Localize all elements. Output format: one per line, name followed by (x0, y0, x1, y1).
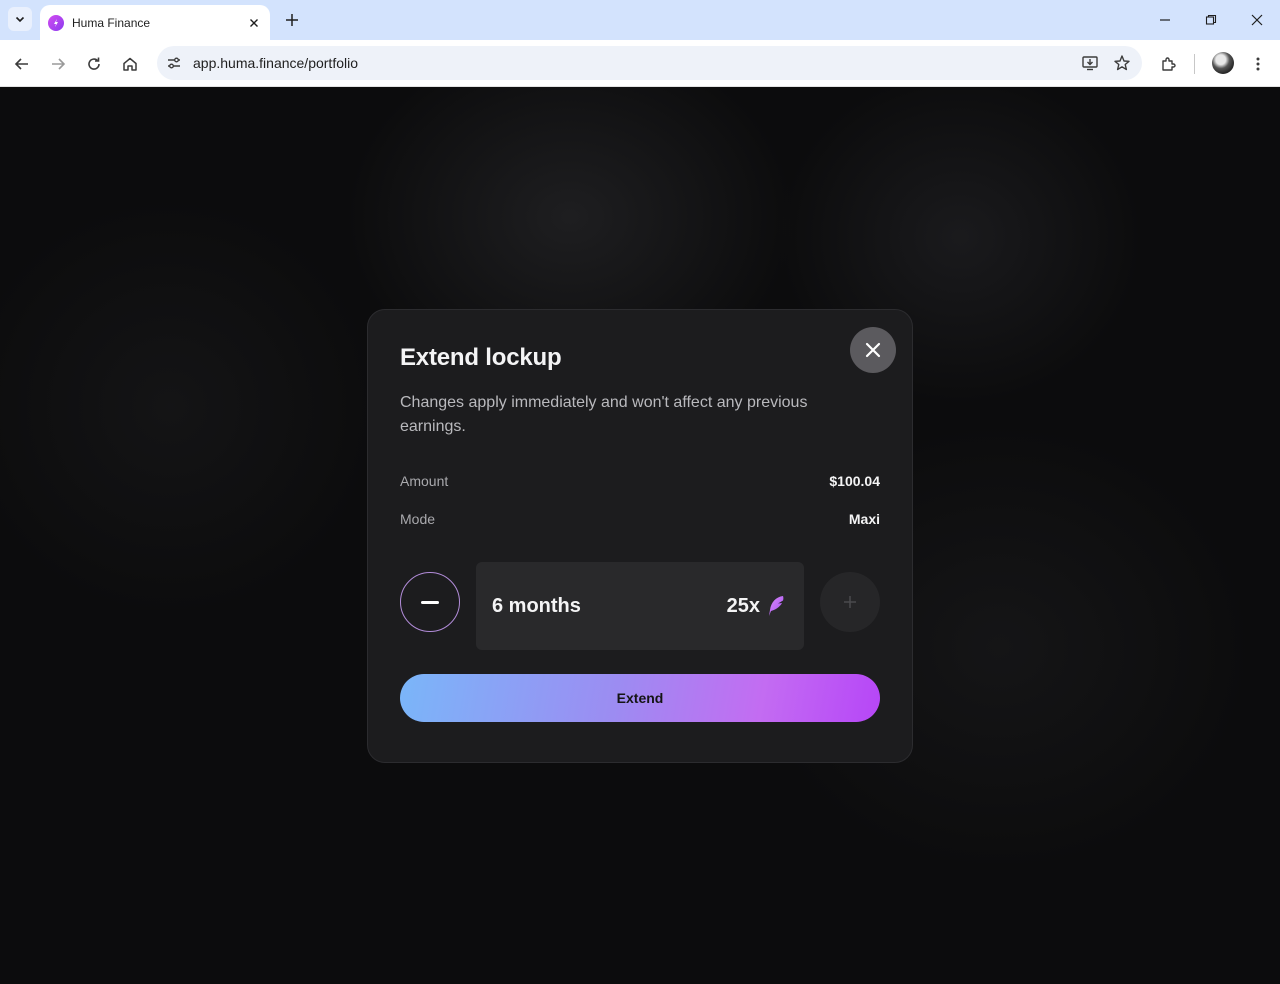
browser-menu-button[interactable] (1246, 52, 1270, 76)
profile-avatar[interactable] (1212, 52, 1234, 74)
address-bar[interactable]: app.huma.finance/portfolio (157, 46, 1142, 80)
arrow-right-icon (52, 58, 66, 70)
extensions-button[interactable] (1157, 52, 1181, 76)
huma-favicon-icon (48, 14, 64, 31)
bookmark-star-icon[interactable] (1110, 51, 1134, 75)
plus-icon (286, 14, 298, 26)
modal-title: Extend lockup (400, 344, 562, 371)
tab-search-button[interactable] (8, 7, 32, 31)
modal-description: Changes apply immediately and won't affe… (400, 394, 808, 435)
mode-label: Mode (400, 511, 436, 527)
multiplier-value: 25x (726, 594, 760, 617)
increase-duration-button[interactable] (820, 572, 880, 632)
tab-close-icon[interactable] (246, 15, 262, 31)
tab-title: Huma Finance (72, 15, 151, 30)
extend-button[interactable]: Extend (400, 674, 880, 722)
multiplier-badge: 25x (727, 595, 786, 618)
toolbar-divider (1194, 54, 1195, 74)
mode-row: Mode Maxi (400, 511, 880, 527)
restore-button[interactable] (1199, 8, 1223, 32)
forward-button[interactable] (46, 52, 70, 76)
restore-icon (1205, 14, 1217, 25)
close-icon (865, 342, 881, 358)
new-tab-button[interactable] (281, 9, 303, 31)
home-icon (123, 57, 137, 71)
home-button[interactable] (118, 52, 142, 76)
back-button[interactable] (10, 52, 34, 76)
duration-value: 6 months (492, 594, 581, 617)
amount-value: $100.04 (829, 473, 880, 489)
reload-button[interactable] (82, 52, 106, 76)
close-window-button[interactable] (1245, 8, 1269, 32)
browser-tabstrip: Huma Finance (0, 0, 1280, 40)
browser-toolbar: app.huma.finance/portfolio (0, 40, 1280, 87)
puzzle-icon (1162, 57, 1176, 71)
chevron-down-icon (15, 16, 25, 23)
duration-display: 6 months 25x (476, 562, 804, 650)
more-vertical-icon (1256, 57, 1260, 71)
install-app-icon[interactable] (1078, 51, 1102, 75)
minimize-button[interactable] (1153, 8, 1177, 32)
minimize-icon (1160, 19, 1170, 21)
modal-close-button[interactable] (850, 327, 896, 373)
page-backdrop: Extend lockup Changes apply immediately … (0, 87, 1280, 984)
close-icon (1251, 14, 1263, 26)
browser-tab[interactable]: Huma Finance (40, 5, 270, 40)
amount-label: Amount (400, 473, 449, 489)
arrow-left-icon (14, 58, 28, 70)
feather-icon (769, 596, 784, 616)
minus-icon (421, 600, 439, 604)
plus-icon (844, 596, 856, 608)
extend-lockup-modal: Extend lockup Changes apply immediately … (367, 309, 913, 763)
url-text[interactable]: app.huma.finance/portfolio (193, 55, 1078, 71)
reload-icon (88, 57, 100, 70)
decrease-duration-button[interactable] (400, 572, 460, 632)
mode-value: Maxi (848, 511, 880, 527)
site-info-icon[interactable] (162, 51, 186, 75)
amount-row: Amount $100.04 (400, 473, 880, 489)
